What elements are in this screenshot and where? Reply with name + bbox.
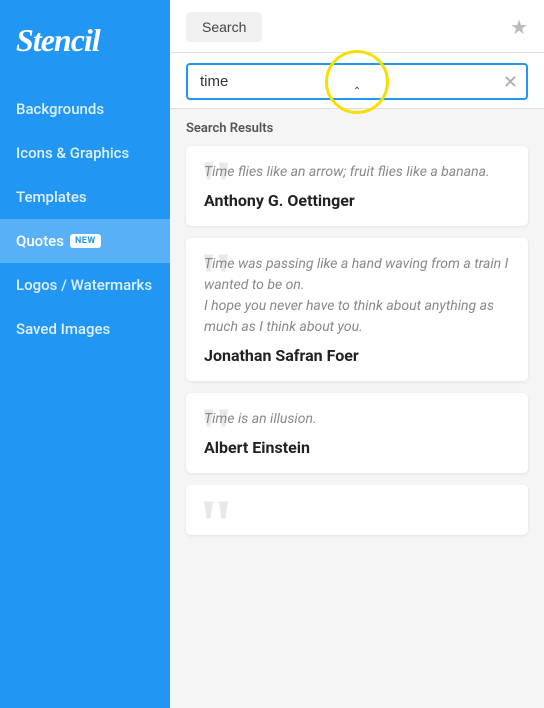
sidebar-item-quotes[interactable]: Quotes NEW [0,219,170,263]
sidebar-item-logos-watermarks[interactable]: Logos / Watermarks [0,263,170,307]
quote-mark-4: " [196,489,236,535]
sidebar-item-templates[interactable]: Templates [0,175,170,219]
sidebar-item-icons-graphics-label: Icons & Graphics [16,144,129,162]
sidebar-nav: Backgrounds Icons & Graphics Templates Q… [0,87,170,351]
search-tab-button[interactable]: Search [186,12,262,42]
search-clear-button[interactable]: ✕ [503,73,518,91]
toolbar: Search ★ [170,0,544,53]
quotes-new-badge: NEW [70,234,101,248]
search-input-wrapper: ✕ ‸ [186,63,528,100]
quote-text-3: Time is an illusion. [204,409,510,430]
sidebar-item-quotes-label: Quotes [16,232,64,250]
sidebar: Stencil Backgrounds Icons & Graphics Tem… [0,0,170,708]
quote-text-2: Time was passing like a hand waving from… [204,254,510,338]
sidebar-item-logos-watermarks-label: Logos / Watermarks [16,276,152,294]
sidebar-item-saved-images-label: Saved Images [16,320,110,338]
results-label: Search Results [186,121,528,136]
quote-card-2[interactable]: " Time was passing like a hand waving fr… [186,238,528,381]
quote-author-1: Anthony G. Oettinger [204,191,510,210]
quote-card-1[interactable]: " Time flies like an arrow; fruit flies … [186,146,528,226]
logo-area: Stencil [0,0,170,87]
quote-text-1: Time flies like an arrow; fruit flies li… [204,162,510,183]
sidebar-item-backgrounds-label: Backgrounds [16,100,104,118]
results-area: Search Results " Time flies like an arro… [170,109,544,708]
sidebar-item-templates-label: Templates [16,188,87,206]
quote-card-3[interactable]: " Time is an illusion. Albert Einstein [186,393,528,473]
quote-author-3: Albert Einstein [204,438,510,457]
main-content: Search ★ ✕ ‸ Search Results " Time flies… [170,0,544,708]
quote-card-4[interactable]: " [186,485,528,535]
sidebar-item-icons-graphics[interactable]: Icons & Graphics [0,131,170,175]
search-input[interactable] [186,63,528,100]
search-area: ✕ ‸ [170,53,544,109]
quote-author-2: Jonathan Safran Foer [204,346,510,365]
quote-mark-1: " [196,150,236,222]
sidebar-item-backgrounds[interactable]: Backgrounds [0,87,170,131]
favorite-icon[interactable]: ★ [510,15,528,39]
app-logo: Stencil [16,22,100,58]
quote-mark-3: " [196,397,236,469]
sidebar-item-saved-images[interactable]: Saved Images [0,307,170,351]
